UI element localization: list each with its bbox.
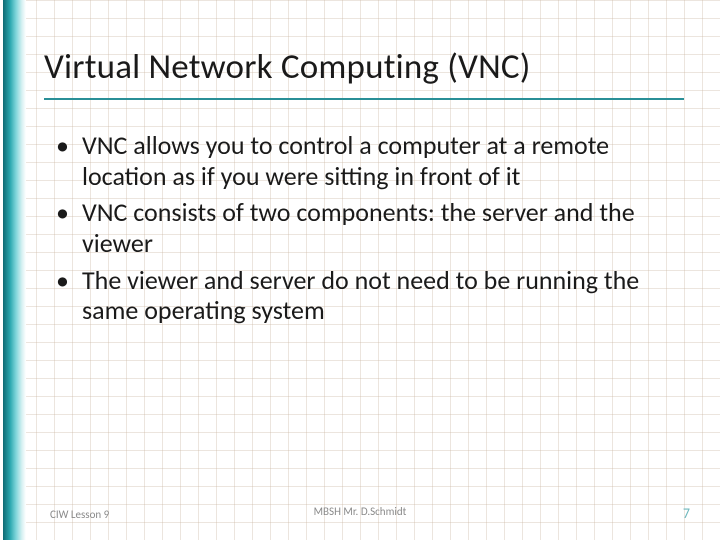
bullet-item: VNC consists of two components: the serv… — [44, 197, 680, 258]
slide-content: Virtual Network Computing (VNC) VNC allo… — [0, 0, 720, 540]
footer-center: MBSH Mr. D.Schmidt — [314, 505, 407, 518]
bullet-item: The viewer and server do not need to be … — [44, 265, 680, 326]
footer-left: CIW Lesson 9 — [50, 508, 109, 521]
slide-title: Virtual Network Computing (VNC) — [44, 0, 720, 96]
bullet-list: VNC allows you to control a computer at … — [44, 130, 720, 326]
slide-footer: CIW Lesson 9 MBSH Mr. D.Schmidt 7 — [0, 505, 720, 522]
bullet-item: VNC allows you to control a computer at … — [44, 130, 680, 191]
title-underline — [44, 98, 684, 100]
page-number: 7 — [683, 505, 690, 522]
